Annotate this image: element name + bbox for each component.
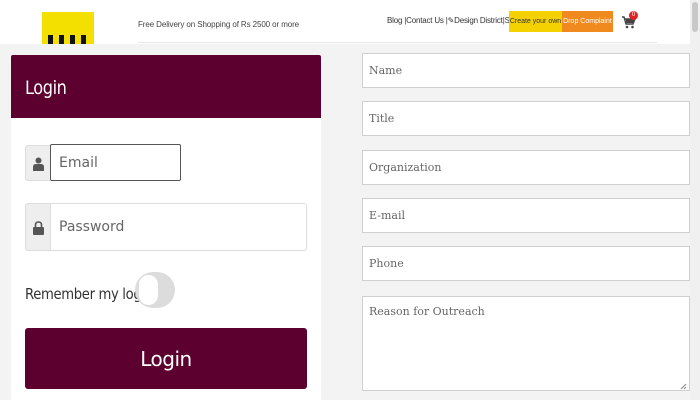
login-card: Login Remember my login Login [11,55,321,400]
page-scrollbar[interactable] [690,0,700,400]
login-title: Login [25,77,67,99]
create-your-own-button[interactable]: Create your own [509,11,562,32]
nav-link-design-district[interactable]: Design District [454,16,503,25]
logo-bar [70,35,75,44]
top-bar: Free Delivery on Shopping of Rs 2500 or … [0,0,700,44]
reason-textarea[interactable] [362,296,690,391]
lock-icon [33,221,44,235]
promo-text: Free Delivery on Shopping of Rs 2500 or … [138,20,300,29]
contact-email-input[interactable] [362,198,690,233]
logo-bar [59,35,64,44]
toggle-knob [139,275,158,305]
user-icon [33,157,44,171]
logo-bar [48,35,53,44]
nav-link-contact[interactable]: Contact Us | [406,16,448,25]
cart-count-badge: 0 [629,11,638,20]
nav-divider [138,42,657,43]
scrollbar-thumb[interactable] [692,2,698,32]
login-button[interactable]: Login [25,328,307,389]
name-input[interactable] [362,53,690,88]
title-input[interactable] [362,101,690,136]
phone-input[interactable] [362,246,690,281]
email-input[interactable] [50,144,181,181]
nav-link-blog[interactable]: Blog | [387,16,406,25]
organization-input[interactable] [362,150,690,185]
password-input[interactable] [50,203,307,251]
password-addon [25,203,50,251]
email-addon [25,145,50,181]
remember-login-toggle[interactable] [135,272,175,308]
logo-bar [81,35,86,44]
login-header: Login [11,55,321,118]
drop-complaint-button[interactable]: Drop Complaint [562,11,613,32]
remember-login-label: Remember my login [25,285,153,303]
site-logo[interactable] [42,12,94,44]
resize-handle-icon[interactable] [680,383,687,390]
